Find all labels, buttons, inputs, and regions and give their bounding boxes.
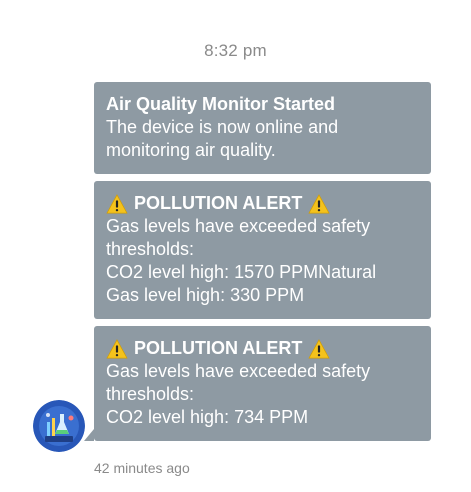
chat-thread: 8:32 pm Air Quality Monitor Started The … [0, 0, 471, 492]
message-title-text: POLLUTION ALERT [134, 338, 303, 358]
message-title: POLLUTION ALERT [106, 192, 419, 215]
message-title-text: Air Quality Monitor Started [106, 94, 336, 114]
message-bubble[interactable]: Air Quality Monitor Started The device i… [94, 82, 431, 174]
warning-icon [308, 338, 330, 358]
message-relative-time: 42 minutes ago [94, 460, 190, 476]
message-bubble[interactable]: POLLUTION ALERT Gas levels have exceeded… [94, 181, 431, 319]
message-bubble[interactable]: POLLUTION ALERT Gas levels have exceeded… [84, 326, 431, 441]
message-group: Air Quality Monitor Started The device i… [84, 82, 431, 448]
message-title: Air Quality Monitor Started [106, 93, 419, 116]
message-title: POLLUTION ALERT [106, 337, 419, 360]
message-body: The device is now online and monitoring … [106, 117, 339, 160]
warning-icon [106, 193, 128, 213]
warning-icon [308, 193, 330, 213]
message-title-text: POLLUTION ALERT [134, 193, 303, 213]
warning-icon [106, 338, 128, 358]
message-body: Gas levels have exceeded safety threshol… [106, 361, 371, 427]
message-body: Gas levels have exceeded safety threshol… [106, 216, 377, 305]
message-timestamp: 8:32 pm [204, 41, 267, 60]
lab-bot-avatar-icon[interactable] [33, 400, 85, 452]
